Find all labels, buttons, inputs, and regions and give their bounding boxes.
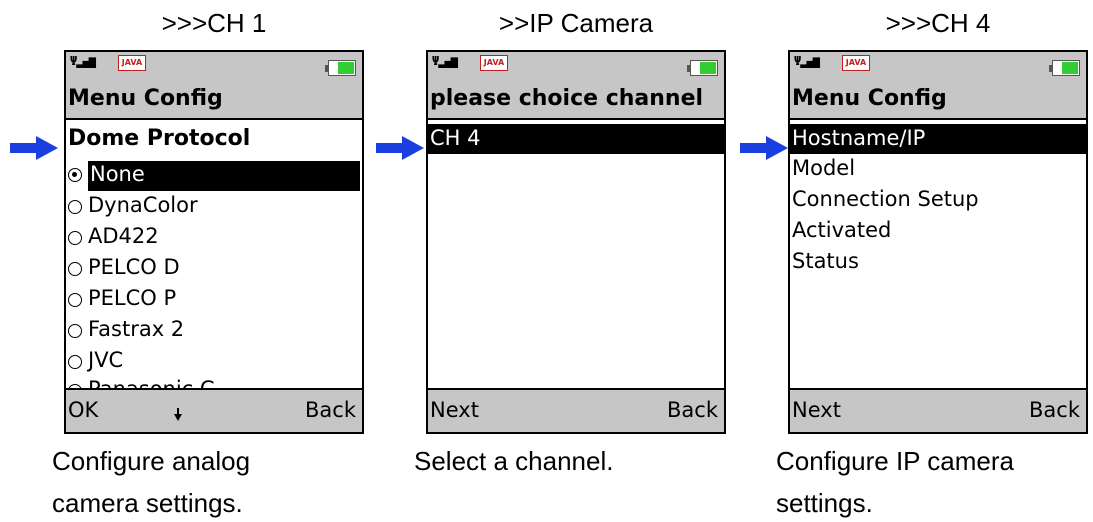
option-pelco-p[interactable]: PELCO P [68, 285, 362, 315]
radio-icon [68, 293, 82, 307]
option-jvc[interactable]: JVC [68, 347, 362, 377]
panel-caption: >>>CH 4 [885, 8, 991, 38]
screen-title: Menu Config [68, 86, 223, 111]
menu-item-label: Status [792, 249, 859, 273]
option-pelco-d[interactable]: PELCO D [68, 254, 362, 284]
next-softkey[interactable]: Next [430, 398, 479, 422]
channel-item-ch4[interactable]: CH 4 [428, 124, 724, 154]
screen-title: Menu Config [792, 86, 947, 111]
menu-list: Hostname/IP Model Connection Setup Activ… [790, 122, 1086, 390]
menu-item-connection-setup[interactable]: Connection Setup [790, 185, 1086, 215]
radio-icon [68, 231, 82, 245]
channel-label: CH 4 [430, 126, 481, 150]
option-label: PELCO P [88, 286, 177, 310]
menu-item-model[interactable]: Model [790, 154, 1086, 184]
softkey-bar: Next Back [790, 388, 1086, 432]
java-icon: JAVA [118, 55, 146, 71]
java-icon: JAVA [842, 55, 870, 71]
panel-caption: >>>CH 1 [161, 8, 267, 38]
title-bar: Menu Config [790, 80, 1086, 120]
panel-description: Configure IP camera settings. [776, 440, 1093, 522]
pointer-arrow-icon [376, 136, 424, 160]
description-line: Select a channel. [414, 446, 614, 476]
radio-icon [68, 200, 82, 214]
softkey-bar: Next Back [428, 388, 724, 432]
option-list: Dome Protocol None DynaColor AD422 PELCO… [66, 122, 362, 390]
option-label: DynaColor [88, 193, 198, 217]
phone-screen: Ψ▂▄▆ JAVA Menu Config Dome Protocol None… [64, 50, 364, 434]
signal-icon: Ψ▂▄▆ [432, 54, 458, 68]
option-label: JVC [88, 348, 124, 372]
battery-icon [1049, 60, 1080, 76]
menu-item-label: Activated [792, 218, 892, 242]
radio-icon [68, 324, 82, 338]
menu-item-status[interactable]: Status [790, 247, 1086, 277]
pointer-arrow-icon [740, 136, 788, 160]
menu-item-label: Model [792, 156, 856, 180]
panel-description: Configure analog camera settings. [52, 440, 392, 522]
java-icon: JAVA [480, 55, 508, 71]
screen-title: please choice channel [430, 86, 704, 111]
description-line: Configure IP camera [776, 446, 1014, 476]
status-bar: Ψ▂▄▆ JAVA [428, 52, 724, 80]
scroll-down-arrow-icon [174, 414, 182, 421]
phone-screen: Ψ▂▄▆ JAVA Menu Config Hostname/IP Model … [788, 50, 1088, 434]
option-label: Fastrax 2 [88, 317, 185, 341]
signal-icon: Ψ▂▄▆ [794, 54, 820, 68]
radio-checked-icon [68, 168, 82, 182]
option-ad422[interactable]: AD422 [68, 223, 362, 253]
signal-icon: Ψ▂▄▆ [70, 54, 96, 68]
description-line: camera settings. [52, 488, 243, 518]
option-label: None [90, 162, 145, 186]
option-label: AD422 [88, 224, 159, 248]
panel-ch1: >>>CH 1 Ψ▂▄▆ JAVA Menu Config Dome Proto… [10, 0, 424, 522]
option-fastrax-2[interactable]: Fastrax 2 [68, 316, 362, 346]
menu-item-hostname[interactable]: Hostname/IP [790, 124, 1086, 154]
option-dynacolor[interactable]: DynaColor [68, 192, 362, 222]
radio-icon [68, 355, 82, 369]
list-header: Dome Protocol [68, 126, 251, 151]
back-softkey[interactable]: Back [1029, 398, 1080, 422]
option-label: PELCO D [88, 255, 180, 279]
option-none[interactable]: None [68, 160, 362, 191]
back-softkey[interactable]: Back [667, 398, 718, 422]
panel-description: Select a channel. [414, 440, 754, 482]
description-line: Configure analog [52, 446, 251, 476]
title-bar: Menu Config [66, 80, 362, 120]
pointer-arrow-icon [10, 136, 58, 160]
panel-ch4: >>>CH 4 Ψ▂▄▆ JAVA Menu Config Hostname/I… [740, 0, 1093, 522]
panel-ip-camera: >>IP Camera Ψ▂▄▆ JAVA please choice chan… [376, 0, 786, 522]
menu-item-label: Connection Setup [792, 187, 979, 211]
channel-list: CH 4 [428, 122, 724, 390]
battery-icon [325, 60, 356, 76]
ok-softkey[interactable]: OK [68, 398, 98, 422]
next-softkey[interactable]: Next [792, 398, 841, 422]
title-bar: please choice channel [428, 80, 724, 120]
selection-highlight: None [88, 161, 360, 191]
phone-screen: Ψ▂▄▆ JAVA please choice channel CH 4 Nex… [426, 50, 726, 434]
menu-item-activated[interactable]: Activated [790, 216, 1086, 246]
menu-item-label: Hostname/IP [792, 126, 926, 150]
status-bar: Ψ▂▄▆ JAVA [66, 52, 362, 80]
radio-icon [68, 262, 82, 276]
status-bar: Ψ▂▄▆ JAVA [790, 52, 1086, 80]
panel-caption: >>IP Camera [498, 8, 654, 38]
description-line: settings. [776, 488, 873, 518]
back-softkey[interactable]: Back [305, 398, 356, 422]
battery-icon [687, 60, 718, 76]
softkey-bar: OK Back [66, 388, 362, 432]
